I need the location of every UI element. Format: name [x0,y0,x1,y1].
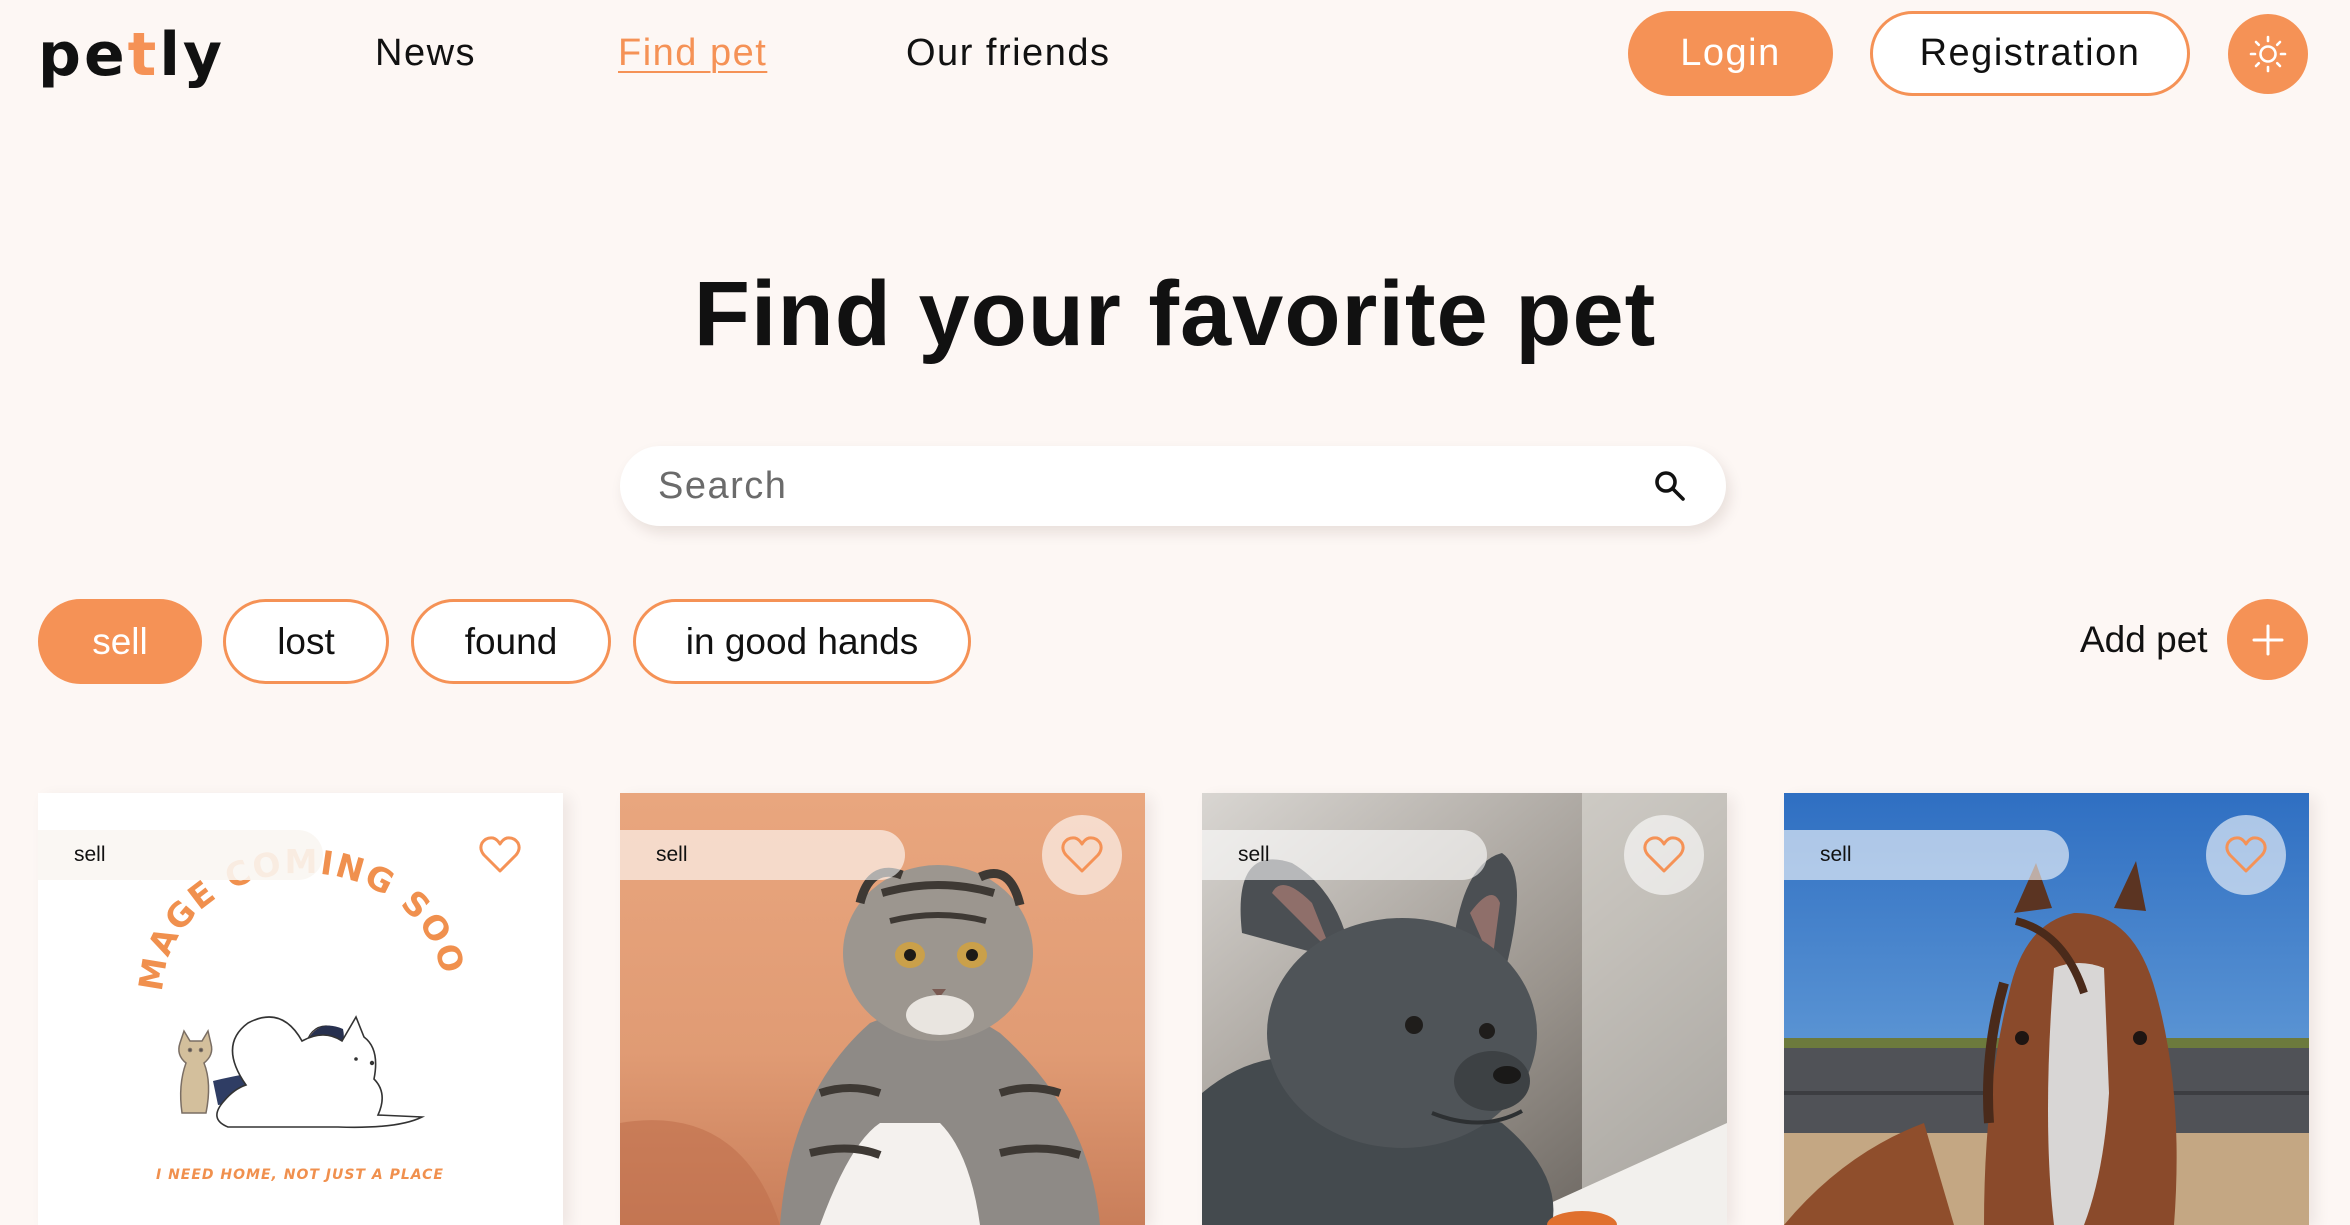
placeholder-caption: I NEED HOME, NOT JUST A PLACE [156,1167,444,1183]
category-badge: sell [620,830,905,880]
search-icon [1655,471,1685,501]
favorite-button[interactable] [2206,815,2286,895]
logo-text-end: ly [159,20,226,90]
nav-link-our-friends[interactable]: Our friends [906,30,1110,76]
add-pet-button[interactable] [2227,599,2308,680]
plus-icon [2252,624,2283,655]
page-title: Find your favorite pet [693,263,1657,365]
favorite-button[interactable] [460,815,540,895]
pet-card[interactable]: IMAGE COMING SOON I NEED HOME, NOT JUST … [38,793,563,1225]
logo-text-start: pe [38,20,128,90]
sun-icon [2249,35,2287,73]
logo[interactable]: petly [38,20,225,90]
search-input[interactable] [620,446,1726,526]
filter-chip-found[interactable]: found [411,599,611,684]
heart-icon [2225,836,2267,873]
add-pet-label[interactable]: Add pet [2080,618,2208,662]
favorite-button[interactable] [1624,815,1704,895]
search-button[interactable] [1652,468,1688,504]
filter-chip-lost[interactable]: lost [223,599,389,684]
category-badge: sell [1784,830,2069,880]
category-badge: sell [38,830,323,880]
registration-button[interactable]: Registration [1870,11,2190,96]
login-button[interactable]: Login [1628,11,1833,96]
favorite-button[interactable] [1042,815,1122,895]
heart-icon [1643,836,1685,873]
filter-chip-in-good-hands[interactable]: in good hands [633,599,971,684]
filter-chip-sell[interactable]: sell [38,599,202,684]
pet-card[interactable]: sell [1202,793,1727,1225]
heart-icon [1061,836,1103,873]
heart-icon [479,836,521,873]
search-bar [620,446,1726,526]
cat-drawing [178,1029,213,1114]
nav-link-find-pet[interactable]: Find pet [618,30,767,76]
theme-toggle-button[interactable] [2228,14,2308,94]
pet-card[interactable]: sell [1784,793,2309,1225]
nav-link-news[interactable]: News [375,30,476,76]
logo-text-accent: t [127,20,160,90]
pet-card[interactable]: sell [620,793,1145,1225]
category-badge: sell [1202,830,1487,880]
